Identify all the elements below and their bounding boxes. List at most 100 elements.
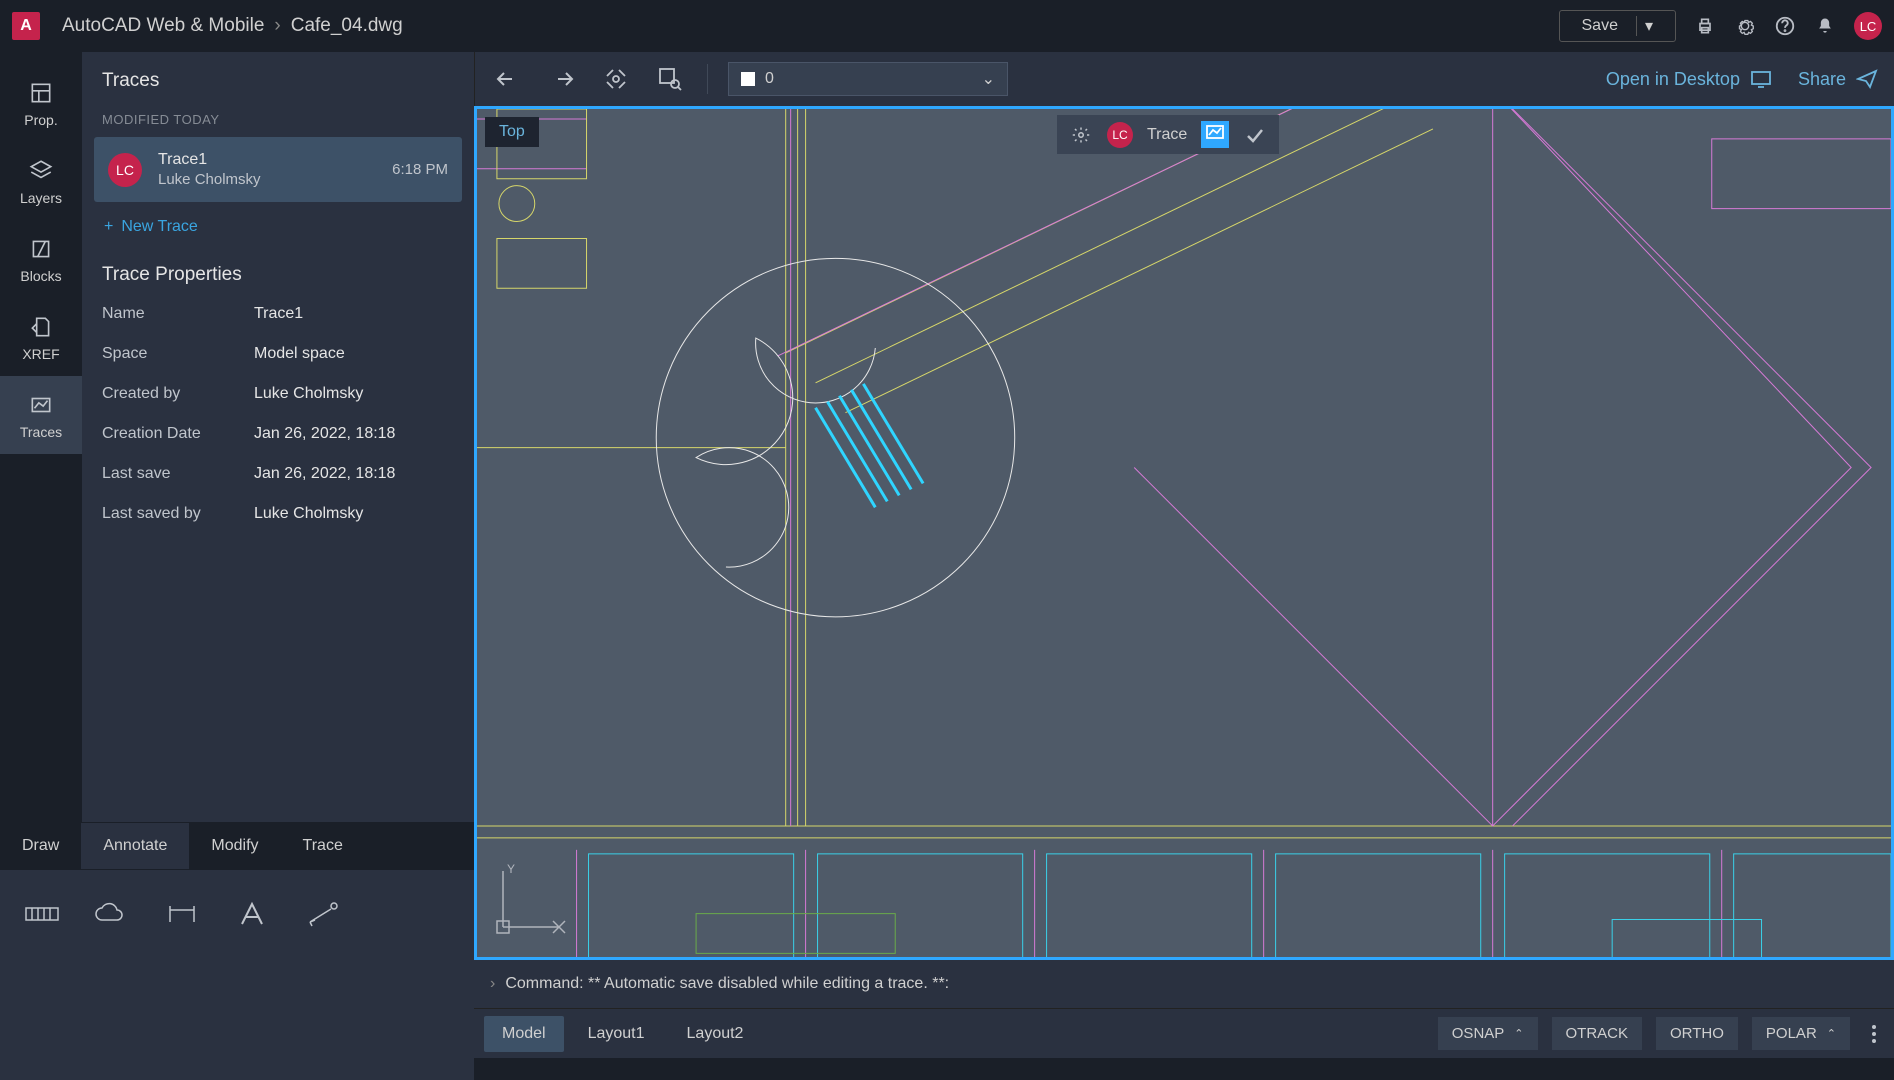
new-trace-button[interactable]: + New Trace [82, 206, 474, 248]
trace-user-avatar[interactable]: LC [1107, 122, 1133, 148]
prop-value: Luke Cholmsky [254, 505, 363, 523]
prop-label: Name [102, 305, 254, 323]
check-icon[interactable] [1243, 123, 1267, 147]
trace-mode-icon[interactable] [1201, 121, 1229, 148]
layout-tab-model[interactable]: Model [484, 1016, 564, 1052]
blocks-icon [26, 234, 56, 264]
osnap-button[interactable]: OSNAP ⌃ [1438, 1017, 1538, 1050]
secondary-toolbar: 0 ⌄ Open in Desktop Share [474, 52, 1894, 106]
tab-draw[interactable]: Draw [0, 823, 81, 869]
tool-tabs: Draw Annotate Modify Trace [0, 822, 474, 870]
prop-value: Jan 26, 2022, 18:18 [254, 425, 395, 443]
prop-row: Last saved byLuke Cholmsky [82, 494, 474, 534]
prop-row: Last saveJan 26, 2022, 18:18 [82, 454, 474, 494]
dimension-icon[interactable] [22, 896, 62, 932]
prop-row: Created byLuke Cholmsky [82, 374, 474, 414]
rail-item-blocks[interactable]: Blocks [0, 220, 82, 298]
status-label: ORTHO [1670, 1025, 1724, 1042]
undo-icon[interactable] [491, 62, 525, 96]
chevron-up-icon[interactable]: ⌃ [1514, 1027, 1523, 1040]
chevron-down-icon: ⌄ [982, 69, 995, 89]
prop-label: Last save [102, 465, 254, 483]
plus-icon: + [104, 218, 113, 236]
share-button[interactable]: Share [1798, 69, 1878, 90]
ortho-button[interactable]: ORTHO [1656, 1017, 1738, 1050]
otrack-button[interactable]: OTRACK [1552, 1017, 1643, 1050]
chevron-up-icon[interactable]: ⌃ [1827, 1027, 1836, 1040]
rail-item-prop[interactable]: Prop. [0, 64, 82, 142]
status-label: POLAR [1766, 1025, 1817, 1042]
bell-icon[interactable] [1814, 15, 1836, 37]
send-icon [1856, 69, 1878, 89]
prop-row: SpaceModel space [82, 334, 474, 374]
prop-label: Created by [102, 385, 254, 403]
tab-annotate[interactable]: Annotate [81, 823, 189, 869]
xref-icon [26, 312, 56, 342]
layout-tab-2[interactable]: Layout2 [669, 1016, 762, 1052]
layout-tab-1[interactable]: Layout1 [570, 1016, 663, 1052]
text-icon[interactable] [232, 896, 272, 932]
toolbar-right: Open in Desktop Share [1606, 69, 1878, 90]
layer-select[interactable]: 0 ⌄ [728, 62, 1008, 96]
trace-item[interactable]: LC Trace1 Luke Cholmsky 6:18 PM [94, 137, 462, 202]
print-icon[interactable] [1694, 15, 1716, 37]
save-button[interactable]: Save ▾ [1559, 10, 1677, 42]
chevron-down-icon[interactable]: ▾ [1636, 16, 1653, 36]
trace-name: Trace1 [158, 151, 376, 169]
rail-label: Traces [20, 424, 62, 440]
more-icon[interactable] [1864, 1025, 1884, 1043]
cloud-icon[interactable] [92, 896, 132, 932]
open-desktop-button[interactable]: Open in Desktop [1606, 69, 1772, 90]
status-toggles: OSNAP ⌃ OTRACK ORTHO POLAR ⌃ [1438, 1017, 1884, 1050]
chevron-right-icon: › [490, 975, 495, 993]
tab-trace[interactable]: Trace [281, 823, 365, 869]
gear-icon[interactable] [1069, 123, 1093, 147]
rail-item-traces[interactable]: Traces [0, 376, 82, 454]
app-name[interactable]: AutoCAD Web & Mobile [62, 15, 264, 37]
properties-title: Trace Properties [82, 248, 474, 294]
monitor-icon [1750, 70, 1772, 88]
new-trace-label: New Trace [121, 218, 197, 236]
prop-value: Jan 26, 2022, 18:18 [254, 465, 395, 483]
gear-icon[interactable] [1734, 15, 1756, 37]
panel-title: Traces [82, 52, 474, 106]
status-label: OTRACK [1566, 1025, 1629, 1042]
tab-modify[interactable]: Modify [189, 823, 280, 869]
layers-icon [26, 156, 56, 186]
save-label: Save [1582, 17, 1618, 35]
chevron-right-icon: › [274, 15, 280, 37]
svg-text:Y: Y [507, 862, 515, 876]
header: A AutoCAD Web & Mobile › Cafe_04.dwg Sav… [0, 0, 1894, 52]
help-icon[interactable] [1774, 15, 1796, 37]
tool-icon-row [0, 870, 474, 1080]
status-label: OSNAP [1452, 1025, 1505, 1042]
zoom-window-icon[interactable] [653, 62, 687, 96]
leader-icon[interactable] [302, 896, 342, 932]
prop-row: Creation DateJan 26, 2022, 18:18 [82, 414, 474, 454]
prop-value: Luke Cholmsky [254, 385, 363, 403]
rail-item-xref[interactable]: XREF [0, 298, 82, 376]
breadcrumb: AutoCAD Web & Mobile › Cafe_04.dwg [62, 15, 403, 37]
prop-value: Trace1 [254, 305, 303, 323]
drawing-content [477, 109, 1891, 959]
file-name[interactable]: Cafe_04.dwg [291, 15, 403, 37]
header-actions: Save ▾ LC [1559, 10, 1883, 42]
view-label[interactable]: Top [485, 117, 539, 147]
layer-color-swatch [741, 72, 755, 86]
zoom-extents-icon[interactable] [599, 62, 633, 96]
drawing-canvas[interactable]: Top LC Trace Y [474, 106, 1894, 960]
rail-item-layers[interactable]: Layers [0, 142, 82, 220]
trace-toolbar: LC Trace [1057, 115, 1279, 154]
open-desktop-label: Open in Desktop [1606, 69, 1740, 90]
polar-button[interactable]: POLAR ⌃ [1752, 1017, 1850, 1050]
command-text: Command: ** Automatic save disabled whil… [505, 975, 949, 993]
traces-icon [26, 390, 56, 420]
trace-label: Trace [1147, 126, 1187, 144]
command-line[interactable]: › Command: ** Automatic save disabled wh… [474, 960, 1894, 1008]
panel-subhead: MODIFIED TODAY [82, 106, 474, 133]
properties-icon [26, 78, 56, 108]
app-logo[interactable]: A [12, 12, 40, 40]
aligned-dim-icon[interactable] [162, 896, 202, 932]
user-avatar[interactable]: LC [1854, 12, 1882, 40]
redo-icon[interactable] [545, 62, 579, 96]
